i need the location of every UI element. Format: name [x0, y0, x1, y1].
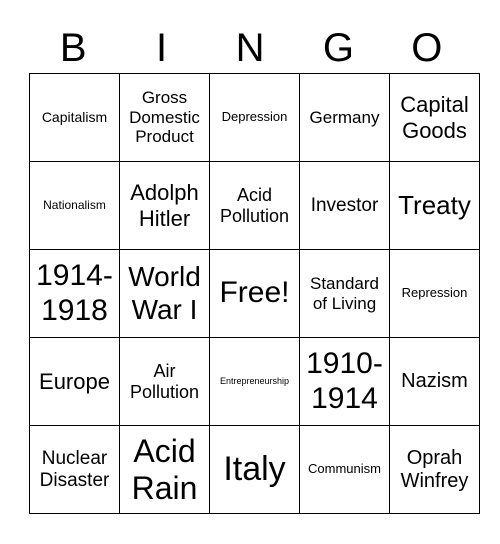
bingo-cell[interactable]: Nazism [389, 337, 480, 426]
bingo-cell[interactable]: Italy [209, 425, 300, 514]
bingo-cell[interactable]: Germany [299, 73, 390, 162]
bingo-cell[interactable]: 1914- 1918 [29, 249, 120, 338]
bingo-cell[interactable]: Acid Pollution [209, 161, 300, 250]
bingo-header: B I N G O [29, 24, 471, 72]
grid-row: Europe Air Pollution Entrepreneurship 19… [29, 337, 480, 426]
bingo-cell[interactable]: Adolph Hitler [119, 161, 210, 250]
header-letter-b: B [59, 26, 87, 70]
bingo-cell[interactable]: Gross Domestic Product [119, 73, 210, 162]
bingo-cell[interactable]: Depression [209, 73, 300, 162]
bingo-cell[interactable]: Standard of Living [299, 249, 390, 338]
bingo-cell[interactable]: Investor [299, 161, 390, 250]
bingo-cell[interactable]: Nationalism [29, 161, 120, 250]
grid-row: Nuclear Disaster Acid Rain Italy Communi… [29, 425, 480, 514]
free-space-cell[interactable]: Free! [209, 249, 300, 338]
bingo-cell[interactable]: Acid Rain [119, 425, 210, 514]
bingo-cell[interactable]: Treaty [389, 161, 480, 250]
bingo-cell[interactable]: Nuclear Disaster [29, 425, 120, 514]
bingo-cell[interactable]: Repression [389, 249, 480, 338]
bingo-cell[interactable]: Air Pollution [119, 337, 210, 426]
grid-row: Capitalism Gross Domestic Product Depres… [29, 73, 480, 162]
header-letter-n: N [235, 26, 265, 70]
bingo-cell[interactable]: Europe [29, 337, 120, 426]
bingo-cell[interactable]: Oprah Winfrey [389, 425, 480, 514]
bingo-cell[interactable]: World War I [119, 249, 210, 338]
header-letter-i: I [156, 26, 168, 70]
grid-row: 1914- 1918 World War I Free! Standard of… [29, 249, 480, 338]
header-letter-o: O [411, 26, 443, 70]
bingo-cell[interactable]: Communism [299, 425, 390, 514]
bingo-cell[interactable]: Entrepreneurship [209, 337, 300, 426]
grid-row: Nationalism Adolph Hitler Acid Pollution… [29, 161, 480, 250]
bingo-cell[interactable]: 1910- 1914 [299, 337, 390, 426]
bingo-cell[interactable]: Capital Goods [389, 73, 480, 162]
header-letter-g: G [322, 26, 354, 70]
bingo-cell[interactable]: Capitalism [29, 73, 120, 162]
bingo-grid: Capitalism Gross Domestic Product Depres… [29, 73, 480, 514]
